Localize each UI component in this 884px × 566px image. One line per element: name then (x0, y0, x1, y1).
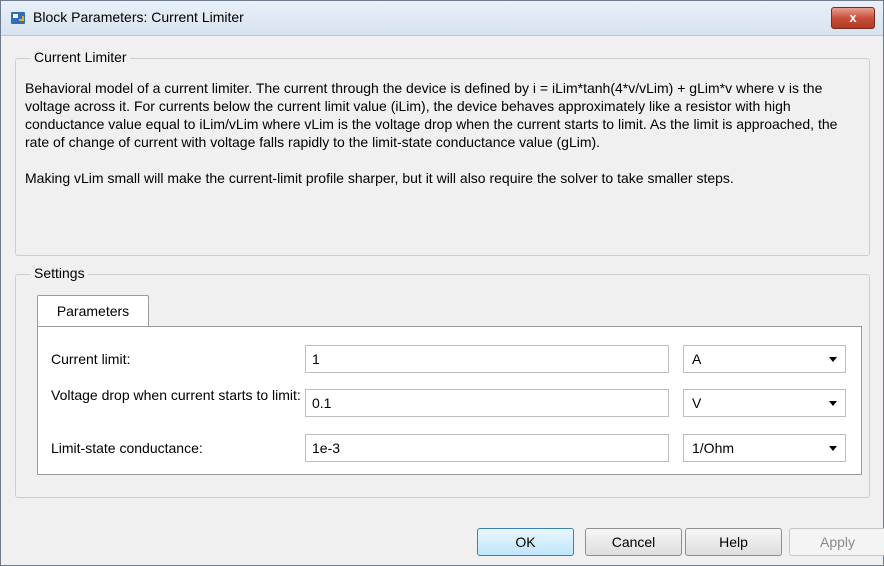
chevron-down-icon (829, 446, 837, 451)
title-bar[interactable]: Block Parameters: Current Limiter x (1, 1, 883, 36)
block-description-legend: Current Limiter (31, 49, 130, 65)
voltage-drop-field[interactable]: 0.1 (305, 389, 669, 417)
chevron-down-icon (829, 357, 837, 362)
simulink-block-icon (11, 12, 25, 24)
current-limit-field[interactable]: 1 (305, 345, 669, 373)
voltage-drop-label: Voltage drop when current starts to limi… (51, 387, 301, 403)
tab-parameters[interactable]: Parameters (37, 295, 149, 327)
settings-legend: Settings (31, 265, 88, 281)
close-button[interactable]: x (831, 7, 875, 29)
window-title: Block Parameters: Current Limiter (33, 9, 244, 25)
voltage-drop-unit-select[interactable]: V (683, 389, 846, 417)
dialog-window: Block Parameters: Current Limiter x Curr… (0, 0, 884, 566)
description-paragraph-2: Making vLim small will make the current-… (25, 170, 734, 186)
limit-state-conductance-field[interactable]: 1e-3 (305, 434, 669, 462)
chevron-down-icon (829, 401, 837, 406)
close-icon: x (849, 10, 857, 25)
limit-state-conductance-label: Limit-state conductance: (51, 440, 203, 456)
cancel-button[interactable]: Cancel (585, 528, 682, 556)
limit-state-conductance-unit-select[interactable]: 1/Ohm (683, 434, 846, 462)
apply-button[interactable]: Apply (789, 528, 884, 556)
limit-state-conductance-unit-value: 1/Ohm (692, 440, 735, 456)
description-paragraph-1: Behavioral model of a current limiter. T… (25, 80, 838, 150)
current-limit-unit-value: A (692, 351, 702, 367)
current-limit-unit-select[interactable]: A (683, 345, 846, 373)
help-button[interactable]: Help (685, 528, 782, 556)
current-limit-label: Current limit: (51, 351, 131, 367)
block-description: Behavioral model of a current limiter. T… (25, 79, 865, 205)
voltage-drop-unit-value: V (692, 395, 702, 411)
ok-button[interactable]: OK (477, 528, 574, 556)
